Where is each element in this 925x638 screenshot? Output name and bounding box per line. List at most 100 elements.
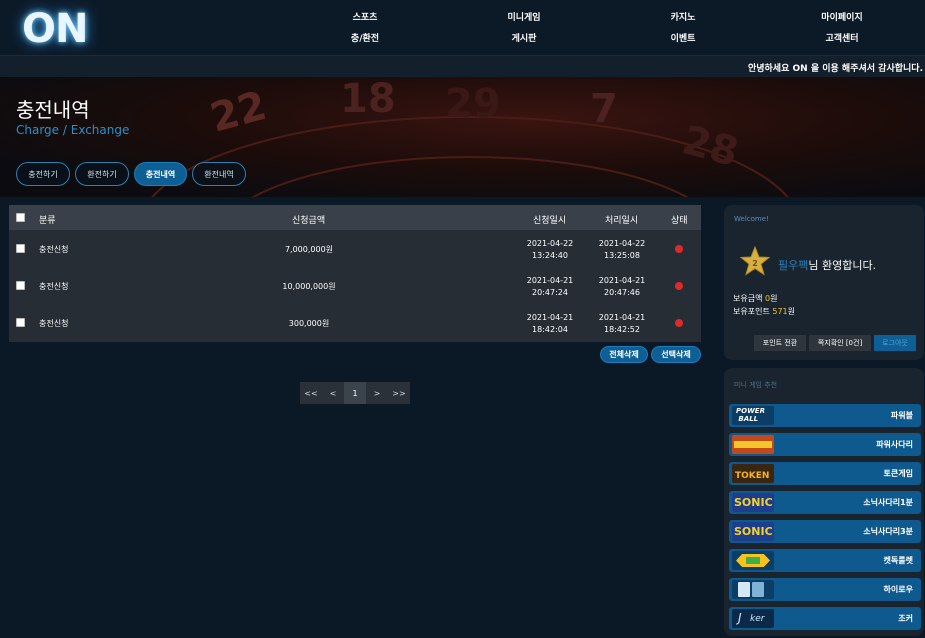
table-row: 충전신청 300,000원 2021-04-21 18:42:04 2021-0… <box>9 304 701 341</box>
notice-ticker: 안녕하세요 ON 을 이용 해주셔서 감사합니다. <box>0 55 925 77</box>
row-process-date: 2021-04-21 20:47:46 <box>599 275 646 299</box>
row-amount: 7,000,000원 <box>284 245 334 254</box>
page-first[interactable]: << <box>300 382 322 404</box>
game-label: 소닉사다리3분 <box>863 527 913 536</box>
row-checkbox[interactable] <box>16 318 25 327</box>
svg-text:18: 18 <box>340 77 396 122</box>
row-type: 충전신청 <box>39 282 69 291</box>
powerball-logo-icon: POWER BALL <box>732 406 774 425</box>
top-header: ON 스포츠 미니게임 카지노 마이페이지 충/환전 게시판 이벤트 고객센터 <box>0 0 925 55</box>
tab-charge-history[interactable]: 충전내역 <box>134 162 187 186</box>
delete-all-button[interactable]: 전체삭제 <box>600 346 648 363</box>
delete-selected-button[interactable]: 선택삭제 <box>651 346 701 363</box>
header-type: 분류 <box>39 216 56 226</box>
header-process-date: 처리일시 <box>605 216 639 226</box>
table-row: 충전신청 10,000,000원 2021-04-21 20:47:24 202… <box>9 267 701 304</box>
user-panel-title: Welcome! <box>734 215 769 223</box>
page-last[interactable]: >> <box>388 382 410 404</box>
game-label: 켓독룰렛 <box>883 556 913 565</box>
nav-casino[interactable]: 카지노 <box>671 10 696 23</box>
process-time: 18:42:52 <box>604 325 640 334</box>
svg-text:22: 22 <box>206 83 272 142</box>
game-item-catdog-roulette[interactable]: 켓독룰렛 <box>729 549 921 572</box>
username: 필우팩 <box>778 259 809 272</box>
ticker-text: 안녕하세요 ON 을 이용 해주셔서 감사합니다. <box>747 64 923 74</box>
tab-exchange[interactable]: 환전하기 <box>75 162 129 186</box>
game-item-joker[interactable]: J ker 조커 <box>729 607 921 630</box>
page-banner: 22 18 29 7 28 충전내역 Charge / Exchange 충전하… <box>0 77 925 197</box>
game-item-sonic-ladder-3[interactable]: SONIC 소닉사다리3분 <box>729 520 921 543</box>
page-subtitle: Charge / Exchange <box>16 123 130 137</box>
token-logo-icon: TOKEN <box>732 464 774 483</box>
charge-history-table: 분류 신청금액 신청일시 처리일시 상태 충전신청 7,000,000원 202… <box>9 205 701 342</box>
svg-text:29: 29 <box>445 81 501 127</box>
game-item-sonic-ladder-1[interactable]: SONIC 소닉사다리1분 <box>729 491 921 514</box>
nav-charge-exchange[interactable]: 충/환전 <box>351 31 379 44</box>
game-label: 파워사다리 <box>876 440 913 449</box>
pagination: << < 1 > >> <box>300 382 410 404</box>
process-date: 2021-04-21 <box>598 276 646 285</box>
page-next[interactable]: > <box>366 382 388 404</box>
game-label: 파워볼 <box>890 411 913 420</box>
points-value: 571 <box>772 307 788 316</box>
svg-text:28: 28 <box>677 117 743 176</box>
row-checkbox[interactable] <box>16 244 25 253</box>
game-item-token[interactable]: TOKEN 토큰게임 <box>729 462 921 485</box>
points-unit: 원 <box>787 307 796 316</box>
points-label: 보유포인트 <box>733 307 770 316</box>
row-request-date: 2021-04-21 20:47:24 <box>527 275 574 299</box>
game-item-hilow[interactable]: 하이로우 <box>729 578 921 601</box>
nav-mypage[interactable]: 마이페이지 <box>821 10 862 23</box>
points-line: 보유포인트 571원 <box>733 306 795 317</box>
balance-label: 보유금액 <box>733 294 763 303</box>
nav-sports[interactable]: 스포츠 <box>353 10 378 23</box>
row-process-date: 2021-04-21 18:42:52 <box>599 312 646 336</box>
game-item-powerball[interactable]: POWER BALL 파워볼 <box>729 404 921 427</box>
header-status: 상태 <box>671 216 688 226</box>
game-item-power-ladder[interactable]: 파워사다리 <box>729 433 921 456</box>
status-icon <box>675 282 683 290</box>
logout-button[interactable]: 로그아웃 <box>874 335 916 351</box>
request-date: 2021-04-21 <box>526 276 574 285</box>
page-current[interactable]: 1 <box>344 382 366 404</box>
row-process-date: 2021-04-22 13:25:08 <box>599 238 646 262</box>
power-ladder-logo-icon <box>732 435 774 454</box>
process-date: 2021-04-22 <box>598 239 646 248</box>
svg-text:7: 7 <box>590 86 618 132</box>
select-all-checkbox[interactable] <box>16 213 25 222</box>
nav-customer-center[interactable]: 고객센터 <box>825 31 858 44</box>
request-date: 2021-04-22 <box>526 239 574 248</box>
level-number: 2 <box>752 259 758 268</box>
nav-minigame[interactable]: 미니게임 <box>507 10 540 23</box>
request-time: 18:42:04 <box>532 325 568 334</box>
sonic-logo-icon: SONIC <box>732 522 774 541</box>
sonic-logo-icon: SONIC <box>732 493 774 512</box>
game-label: 하이로우 <box>883 585 913 594</box>
welcome-message: 필우팩님 환영합니다. <box>778 257 876 273</box>
level-star-icon: 2 <box>740 246 770 276</box>
row-type: 충전신청 <box>39 245 69 254</box>
table-row: 충전신청 7,000,000원 2021-04-22 13:24:40 2021… <box>9 230 701 267</box>
request-time: 13:24:40 <box>532 251 568 260</box>
row-checkbox[interactable] <box>16 281 25 290</box>
tab-exchange-history[interactable]: 환전내역 <box>192 162 246 186</box>
nav-board[interactable]: 게시판 <box>512 31 537 44</box>
table-header: 분류 신청금액 신청일시 처리일시 상태 <box>9 205 701 230</box>
site-logo[interactable]: ON <box>22 6 88 52</box>
row-type: 충전신청 <box>39 319 69 328</box>
point-convert-button[interactable]: 포인트 전환 <box>754 335 806 351</box>
page-prev[interactable]: < <box>322 382 344 404</box>
row-amount: 10,000,000원 <box>282 282 336 291</box>
tab-charge[interactable]: 충전하기 <box>16 162 70 186</box>
process-time: 20:47:46 <box>604 288 640 297</box>
game-label: 토큰게임 <box>883 469 913 478</box>
nav-event[interactable]: 이벤트 <box>671 31 696 44</box>
request-date: 2021-04-21 <box>526 313 574 322</box>
game-label: 조커 <box>898 614 913 623</box>
status-icon <box>675 245 683 253</box>
header-amount: 신청금액 <box>292 216 326 226</box>
check-messages-button[interactable]: 쪽지확인 [0건] <box>809 335 871 351</box>
joker-logo-icon: J ker <box>732 609 774 628</box>
hilow-logo-icon <box>732 580 774 599</box>
row-request-date: 2021-04-21 18:42:04 <box>527 312 574 336</box>
